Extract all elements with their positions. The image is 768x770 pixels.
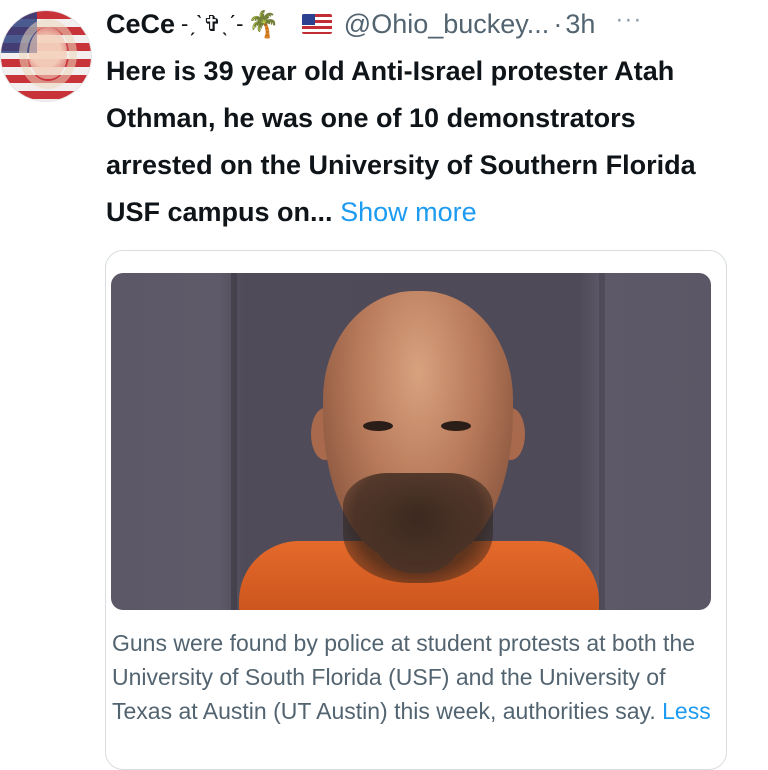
user-handle[interactable]: @Ohio_buckey... — [344, 9, 550, 40]
more-options-icon[interactable]: ··· — [615, 6, 642, 34]
card-description-text: Guns were found by police at student pro… — [112, 630, 696, 724]
display-name[interactable]: CeCe — [106, 9, 175, 40]
avatar[interactable] — [0, 10, 92, 102]
separator-dot: · — [553, 8, 563, 39]
us-flag-icon — [301, 14, 332, 34]
less-link[interactable]: Less — [662, 698, 711, 724]
show-more-link[interactable]: Show more — [340, 197, 477, 227]
palm-tree-icon: 🌴 — [247, 8, 280, 39]
name-decoration: -ˏˋ✞ˎˊ- — [181, 11, 244, 36]
background-stripe — [599, 273, 605, 610]
tweet-header: CeCe -ˏˋ✞ˎˊ- 🌴 @Ohio_buckey... · 3h ··· — [106, 6, 768, 42]
background-stripe — [231, 273, 237, 610]
eye — [441, 421, 471, 431]
timestamp[interactable]: 3h — [565, 9, 595, 40]
tweet-text: Here is 39 year old Anti-Israel proteste… — [106, 48, 746, 236]
link-card[interactable]: Guns were found by police at student pro… — [105, 250, 727, 770]
mugshot-image[interactable] — [111, 273, 711, 610]
avatar-face — [29, 27, 67, 79]
card-description: Guns were found by police at student pro… — [112, 626, 720, 728]
beard — [343, 473, 493, 583]
eye — [363, 421, 393, 431]
